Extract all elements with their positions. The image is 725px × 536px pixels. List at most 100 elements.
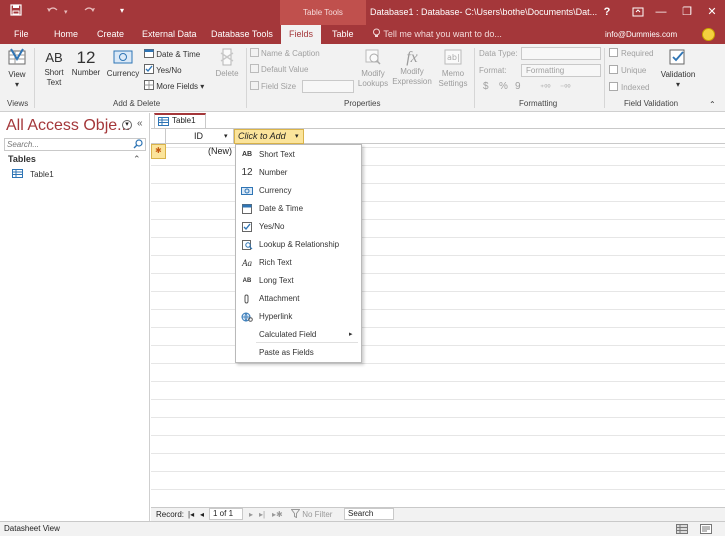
decrease-decimals-icon[interactable]: ⁻⁰⁰ bbox=[560, 82, 571, 93]
new-record-icon[interactable]: ▸✱ bbox=[272, 508, 283, 521]
name-caption-button[interactable]: Name & Caption bbox=[250, 48, 320, 59]
menu-item-long-text[interactable]: AB Long Text bbox=[236, 272, 361, 290]
view-dropdown-icon: ▾ bbox=[14, 80, 19, 89]
tab-create[interactable]: Create bbox=[93, 25, 128, 44]
click-to-add-header[interactable]: Click to Add ▾ bbox=[234, 129, 304, 144]
unique-checkbox[interactable]: Unique bbox=[609, 65, 646, 76]
indexed-label: Indexed bbox=[621, 83, 650, 92]
percent-format-button[interactable]: % bbox=[499, 81, 508, 92]
menu-item-yes-no[interactable]: Yes/No bbox=[236, 218, 361, 236]
record-search-input[interactable]: Search bbox=[344, 508, 394, 520]
last-record-icon[interactable]: ▸| bbox=[259, 508, 265, 521]
select-all-box[interactable] bbox=[151, 129, 166, 144]
format-select[interactable]: Formatting bbox=[521, 64, 601, 77]
menu-item-paste-as-fields[interactable]: Paste as Fields bbox=[236, 344, 361, 362]
undo-dropdown-icon[interactable]: ▾ bbox=[64, 8, 68, 16]
tab-fields[interactable]: Fields bbox=[281, 25, 321, 44]
validation-button[interactable]: Validation ▾ bbox=[656, 47, 700, 90]
required-checkbox[interactable]: Required bbox=[609, 48, 653, 59]
no-filter-label: No Filter bbox=[302, 510, 333, 519]
number-button[interactable]: 12 Number bbox=[70, 48, 102, 78]
nav-pane-title[interactable]: All Access Obje... bbox=[6, 117, 131, 135]
nav-section-tables[interactable]: Tables bbox=[8, 154, 36, 164]
feedback-smiley-icon[interactable] bbox=[702, 28, 715, 41]
comma-format-button[interactable]: 9 bbox=[515, 81, 521, 92]
tab-table[interactable]: Table bbox=[328, 25, 358, 44]
new-record-id-cell[interactable]: (New) bbox=[166, 144, 234, 159]
menu-item-label: Attachment bbox=[259, 294, 300, 303]
modify-expression-button[interactable]: fx Modify Expression bbox=[392, 48, 432, 87]
menu-item-lookup-relationship[interactable]: Lookup & Relationship bbox=[236, 236, 361, 254]
data-type-select[interactable] bbox=[521, 47, 601, 60]
next-record-icon[interactable]: ▸ bbox=[249, 508, 253, 521]
current-record-input[interactable]: 1 of 1 bbox=[209, 508, 243, 520]
menu-item-attachment[interactable]: Attachment bbox=[236, 290, 361, 308]
first-record-icon[interactable]: |◂ bbox=[188, 508, 194, 521]
modify-lookups-button[interactable]: Modify Lookups bbox=[356, 48, 390, 89]
increase-decimals-icon[interactable]: ⁺⁰⁰ bbox=[540, 82, 551, 93]
new-record-selector[interactable]: ✱ bbox=[151, 144, 166, 159]
menu-item-label: Number bbox=[259, 168, 288, 177]
date-time-label: Date & Time bbox=[156, 50, 201, 59]
menu-item-hyperlink[interactable]: Hyperlink bbox=[236, 308, 361, 326]
nav-menu-chevron-icon[interactable]: ▾ bbox=[122, 120, 132, 130]
status-bar: Datasheet View bbox=[0, 521, 725, 536]
shutter-bar-icon[interactable]: « bbox=[137, 118, 143, 129]
number-icon: 12 bbox=[241, 167, 253, 178]
datasheet-view-icon[interactable] bbox=[676, 524, 688, 536]
menu-item-number[interactable]: 12 Number bbox=[236, 164, 361, 182]
datasheet-view-icon bbox=[8, 48, 26, 65]
redo-icon[interactable] bbox=[82, 5, 96, 19]
menu-item-short-text[interactable]: AB Short Text bbox=[236, 146, 361, 164]
document-tab-table1[interactable]: Table1 bbox=[154, 113, 206, 128]
indexed-checkbox[interactable]: Indexed bbox=[609, 82, 649, 93]
field-size-icon bbox=[250, 81, 259, 90]
nav-item-table1[interactable]: Table1 bbox=[12, 169, 54, 179]
lookup-icon bbox=[242, 240, 253, 250]
title-bar: ▾ ▾ Table Tools Database1 : Database- C:… bbox=[0, 0, 725, 25]
currency-button[interactable]: Currency bbox=[104, 48, 142, 79]
undo-icon[interactable] bbox=[46, 5, 60, 19]
tell-me-box[interactable]: Tell me what you want to do... bbox=[372, 25, 502, 44]
no-filter-button[interactable]: No Filter bbox=[290, 508, 333, 521]
field-size-input[interactable] bbox=[302, 80, 354, 93]
menu-item-date-time[interactable]: Date & Time bbox=[236, 200, 361, 218]
menu-item-rich-text[interactable]: Aa Rich Text bbox=[236, 254, 361, 272]
validation-dropdown-icon: ▾ bbox=[675, 80, 680, 89]
tab-external-data[interactable]: External Data bbox=[138, 25, 201, 44]
delete-button[interactable]: Delete bbox=[212, 48, 242, 79]
collapse-section-icon[interactable]: ⌃ bbox=[133, 154, 141, 165]
required-checkbox-box bbox=[609, 48, 618, 57]
design-view-icon[interactable] bbox=[700, 524, 712, 536]
help-button[interactable]: ? bbox=[592, 0, 622, 25]
tab-database-tools[interactable]: Database Tools bbox=[207, 25, 277, 44]
close-button[interactable]: ✕ bbox=[697, 0, 725, 25]
tab-file[interactable]: File bbox=[10, 25, 33, 44]
account-name[interactable]: info@Dummies.com bbox=[605, 25, 677, 44]
nav-search-input[interactable]: Search... bbox=[4, 138, 146, 151]
currency-format-button[interactable]: $ bbox=[483, 81, 489, 92]
save-icon[interactable] bbox=[10, 4, 22, 19]
short-text-button[interactable]: AB Short Text bbox=[40, 50, 68, 88]
default-value-button[interactable]: Default Value bbox=[250, 64, 308, 75]
more-fields-button[interactable]: More Fields ▾ bbox=[144, 80, 204, 92]
memo-settings-button[interactable]: ab| Memo Settings bbox=[434, 48, 472, 89]
collapse-ribbon-icon[interactable]: ⌃ bbox=[709, 99, 716, 110]
previous-record-icon[interactable]: ◂ bbox=[200, 508, 204, 521]
default-value-icon bbox=[250, 64, 259, 73]
yes-no-button[interactable]: Yes/No bbox=[144, 64, 182, 76]
views-group-label: Views bbox=[7, 99, 29, 108]
column-header-id[interactable]: ID ▾ bbox=[166, 129, 234, 144]
view-button[interactable]: View ▾ bbox=[4, 47, 30, 90]
search-icon[interactable] bbox=[133, 139, 143, 151]
tab-home[interactable]: Home bbox=[50, 25, 82, 44]
menu-item-label: Short Text bbox=[259, 150, 295, 159]
click-to-add-dropdown-icon[interactable]: ▾ bbox=[295, 130, 299, 143]
unique-checkbox-box bbox=[609, 65, 618, 74]
sort-dropdown-icon[interactable]: ▾ bbox=[224, 129, 228, 144]
modify-expression-label: Modify Expression bbox=[392, 67, 432, 86]
date-time-button[interactable]: Date & Time bbox=[144, 48, 200, 60]
customize-qat-icon[interactable]: ▾ bbox=[120, 6, 124, 15]
menu-item-label: Date & Time bbox=[259, 204, 304, 213]
menu-item-currency[interactable]: Currency bbox=[236, 182, 361, 200]
